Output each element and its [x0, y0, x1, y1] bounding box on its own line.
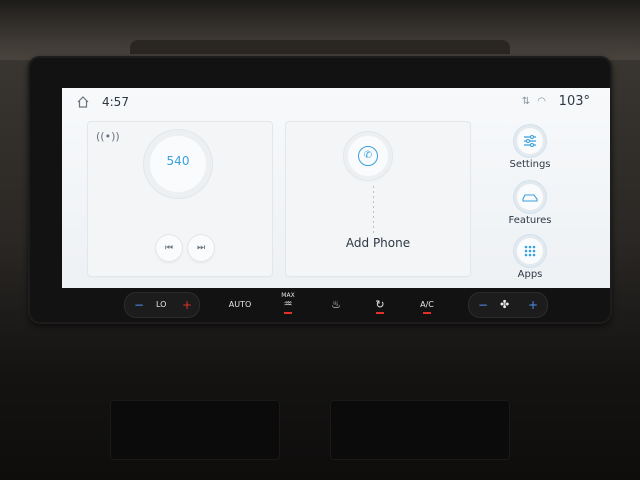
fan-down-button[interactable]: − [478, 292, 488, 318]
status-bar: 4:57 ⇅ ◠ 103° [62, 88, 610, 114]
add-phone-label: Add Phone [345, 236, 411, 250]
settings-icon [517, 128, 543, 154]
auto-button[interactable]: AUTO [222, 292, 258, 318]
ac-button[interactable]: A/C [412, 292, 442, 318]
next-track-button[interactable]: ⏭ [188, 235, 214, 261]
infotainment-screen: 4:57 ⇅ ◠ 103° ((•)) 540 ⏮ ⏭ ✆ Add Phone … [62, 88, 610, 288]
driver-temp-down-button[interactable]: − [134, 292, 144, 318]
ac-indicator [423, 312, 431, 314]
max-defrost-indicator [284, 312, 292, 314]
ac-label: A/C [420, 300, 434, 309]
phone-icon: ✆ [358, 146, 378, 166]
previous-track-button[interactable]: ⏮ [156, 235, 182, 261]
seat-heat-icon: ♨ [331, 298, 341, 311]
driver-temp-up-button[interactable]: + [182, 292, 192, 318]
apps-grid-icon [517, 238, 543, 264]
apps-label: Apps [517, 269, 543, 280]
dashboard-top [0, 0, 640, 60]
recirculation-button[interactable]: ↻ [366, 292, 394, 318]
right-air-vent [330, 400, 510, 460]
recirculation-icon: ↻ [375, 298, 385, 311]
settings-button[interactable]: Settings [478, 128, 582, 170]
fan-icon: ✤ [500, 298, 510, 311]
seat-heat-button[interactable]: ♨ [322, 292, 350, 318]
settings-label: Settings [509, 159, 551, 170]
previous-icon: ⏮ [164, 243, 174, 253]
driver-temp-control: − LO + [124, 292, 200, 318]
car-icon [517, 184, 543, 210]
radio-wave-icon: ((•)) [96, 130, 120, 143]
phone-card[interactable]: ✆ Add Phone [286, 122, 470, 276]
signal-icon: ⇅ ◠ [521, 96, 548, 107]
auto-label: AUTO [228, 300, 252, 309]
driver-temp-value: LO [156, 300, 167, 309]
clock-time: 4:57 [102, 95, 129, 109]
radio-frequency-knob[interactable]: 540 [150, 136, 206, 192]
max-label: MAX [281, 292, 295, 299]
dotted-connector [373, 186, 374, 236]
home-icon[interactable] [76, 95, 90, 109]
recirculation-indicator [376, 312, 384, 314]
radio-card[interactable]: ((•)) 540 ⏮ ⏭ [88, 122, 272, 276]
features-button[interactable]: Features [478, 184, 582, 226]
outside-temperature: 103° [558, 94, 590, 109]
apps-button[interactable]: Apps [478, 238, 582, 280]
radio-frequency: 540 [166, 154, 190, 168]
left-air-vent [110, 400, 280, 460]
fan-up-button[interactable]: + [528, 292, 538, 318]
phone-button[interactable]: ✆ [348, 136, 388, 176]
max-defrost-button[interactable]: MAX ♒ [274, 292, 302, 318]
fan-speed-control: − ✤ + [468, 292, 548, 318]
climate-control-bar: − LO + AUTO MAX ♒ ♨ ↻ A/C − ✤ + [84, 292, 556, 320]
next-icon: ⏭ [196, 243, 206, 253]
features-label: Features [508, 215, 552, 226]
